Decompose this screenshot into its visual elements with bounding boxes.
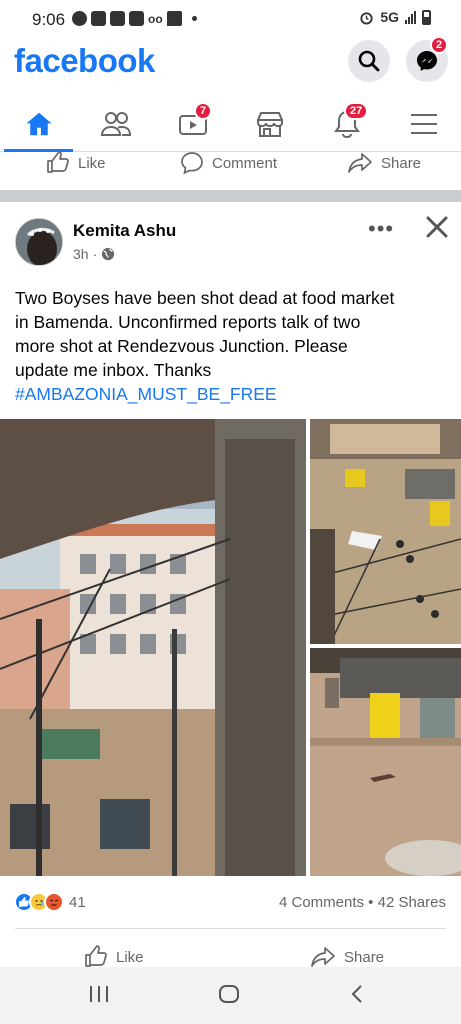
like-icon bbox=[47, 151, 69, 173]
post-share-label: Share bbox=[344, 948, 385, 966]
post-time[interactable]: 3h bbox=[73, 246, 89, 262]
post-text-line: more shot at Rendezvous Junction. Please bbox=[15, 336, 348, 356]
home-icon bbox=[26, 112, 51, 136]
post-meta: 3h · bbox=[73, 246, 115, 262]
photo-road-scene bbox=[310, 648, 461, 876]
search-button[interactable] bbox=[348, 40, 390, 82]
comments-shares-separator: • bbox=[364, 894, 378, 911]
watch-badge: 7 bbox=[194, 102, 213, 120]
share-label: Share bbox=[381, 154, 422, 172]
comments-count[interactable]: 4 Comments bbox=[279, 894, 364, 911]
post-photo-1[interactable] bbox=[0, 419, 306, 876]
like-icon bbox=[85, 945, 107, 967]
back-icon[interactable] bbox=[347, 981, 367, 1007]
photo-street-scene bbox=[0, 419, 306, 876]
post-share-button[interactable]: Share bbox=[310, 945, 384, 969]
comment-icon bbox=[181, 152, 203, 175]
post-text-line: Two Boyses have been shot dead at food m… bbox=[15, 288, 395, 308]
home-nav-icon[interactable] bbox=[217, 981, 241, 1007]
post-like-label: Like bbox=[116, 948, 144, 966]
comment-button[interactable]: Comment bbox=[180, 151, 277, 175]
system-nav-bar bbox=[0, 967, 461, 1024]
post-text: Two Boyses have been shot dead at food m… bbox=[15, 286, 450, 406]
share-icon bbox=[311, 947, 335, 967]
recent-apps-icon[interactable] bbox=[88, 981, 110, 1007]
comment-label: Comment bbox=[212, 154, 278, 172]
status-bar: 9:06 oo 5G bbox=[0, 0, 461, 40]
dot-icon bbox=[191, 16, 197, 21]
tab-watch[interactable]: 7 bbox=[154, 96, 231, 152]
share-icon bbox=[348, 153, 372, 173]
post-photo-3[interactable] bbox=[310, 648, 461, 876]
voicemail-icon: oo bbox=[148, 11, 163, 26]
marketplace-icon bbox=[256, 112, 283, 137]
post-photo-2[interactable] bbox=[310, 419, 461, 644]
network-label: 5G bbox=[380, 9, 399, 25]
photo-market-scene bbox=[310, 419, 461, 644]
share-button[interactable]: Share bbox=[347, 151, 421, 175]
youtube-icon bbox=[129, 11, 144, 26]
top-nav: 7 27 bbox=[0, 96, 461, 152]
tab-notifications[interactable]: 27 bbox=[308, 96, 385, 152]
facebook-logo[interactable]: facebook bbox=[14, 42, 155, 80]
tab-home[interactable] bbox=[0, 96, 77, 152]
tab-marketplace[interactable] bbox=[231, 96, 308, 152]
tab-menu[interactable] bbox=[385, 96, 461, 152]
avatar-image bbox=[16, 219, 62, 265]
post-author[interactable]: Kemita Ashu bbox=[73, 221, 176, 241]
post-text-line: in Bamenda. Unconfirmed reports talk of … bbox=[15, 312, 361, 332]
system-status: 5G bbox=[359, 9, 431, 25]
tab-friends[interactable] bbox=[77, 96, 154, 152]
comments-shares-summary: 4 Comments • 42 Shares bbox=[279, 894, 446, 911]
post-separator bbox=[0, 190, 461, 202]
messenger-badge: 2 bbox=[430, 36, 449, 54]
globe-icon bbox=[102, 247, 115, 261]
signal-icon bbox=[405, 10, 416, 24]
alarm-icon bbox=[360, 11, 373, 25]
post-text-line: update me inbox. Thanks bbox=[15, 360, 212, 380]
close-icon[interactable] bbox=[424, 214, 450, 240]
youtube-icon bbox=[110, 11, 125, 26]
friends-icon bbox=[100, 112, 131, 136]
prev-post-actions: Like Comment Share bbox=[0, 146, 461, 180]
whatsapp-icon bbox=[72, 11, 87, 26]
avatar[interactable] bbox=[15, 218, 63, 266]
search-icon bbox=[358, 50, 380, 72]
messenger-button[interactable]: 2 bbox=[406, 36, 449, 82]
menu-icon bbox=[410, 114, 437, 134]
meta-dot: · bbox=[92, 246, 98, 262]
post-like-button[interactable]: Like bbox=[84, 945, 144, 969]
battery-icon bbox=[422, 9, 431, 25]
shares-count[interactable]: 42 Shares bbox=[378, 894, 446, 911]
youtube-icon bbox=[91, 11, 106, 26]
notifications-badge: 27 bbox=[344, 102, 369, 120]
reactions-summary[interactable]: 41 bbox=[14, 892, 86, 912]
divider bbox=[15, 928, 446, 929]
hashtag-link[interactable]: #AMBAZONIA_MUST_BE_FREE bbox=[15, 382, 450, 406]
angry-reaction-icon bbox=[44, 892, 64, 912]
message-icon bbox=[166, 11, 182, 26]
like-button[interactable]: Like bbox=[46, 151, 106, 175]
notification-icons: oo bbox=[72, 11, 197, 26]
post-options-button[interactable]: ••• bbox=[368, 216, 394, 242]
status-time: 9:06 bbox=[32, 10, 66, 29]
like-label: Like bbox=[78, 154, 106, 172]
reaction-count: 41 bbox=[69, 893, 86, 911]
